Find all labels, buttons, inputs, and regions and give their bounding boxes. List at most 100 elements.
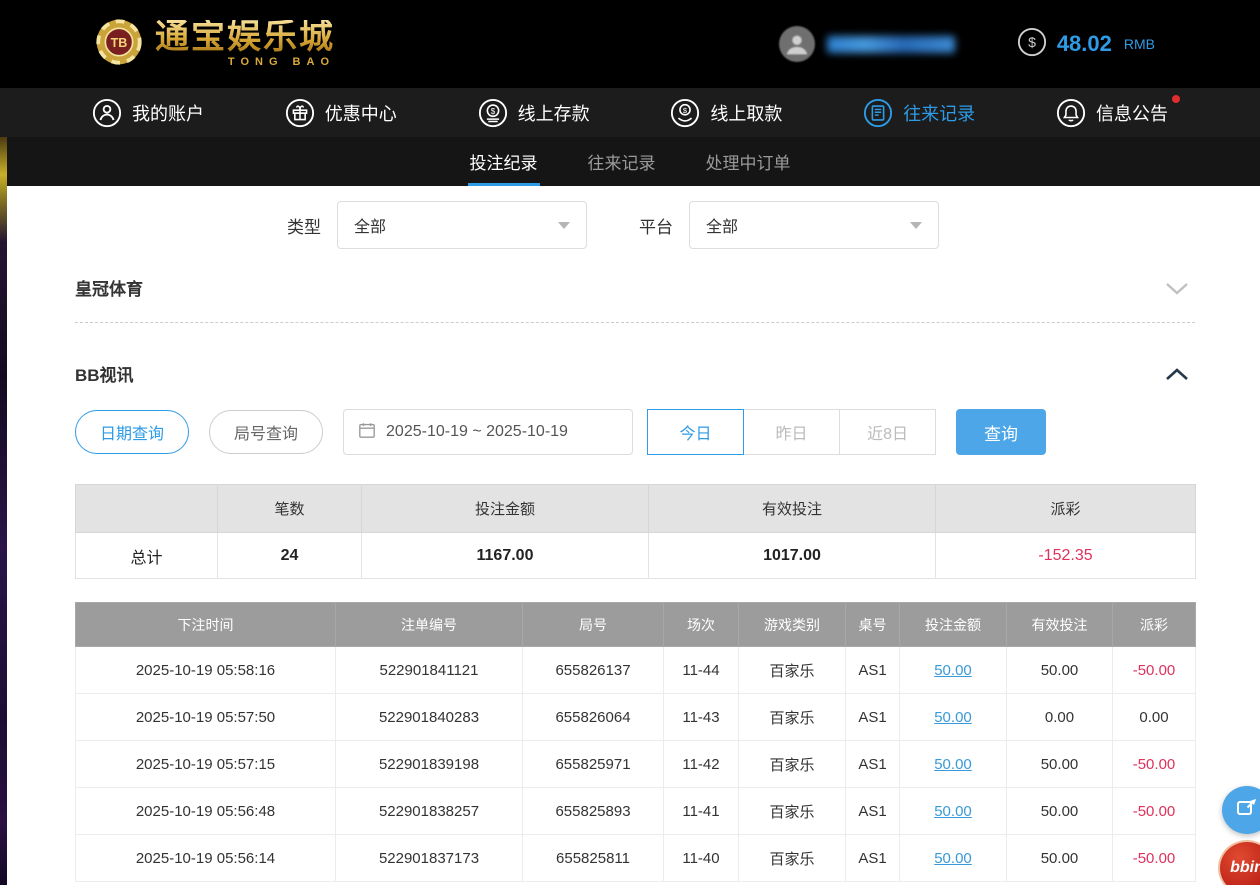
- platform-label: 平台: [639, 213, 673, 238]
- user-icon: [92, 98, 122, 128]
- withdraw-coin-icon: $: [670, 98, 700, 128]
- bet-amount-link[interactable]: 50.00: [934, 709, 972, 726]
- nav-item-withdraw[interactable]: $ 线上取款: [670, 98, 782, 128]
- nav-item-my-account[interactable]: 我的账户: [92, 98, 204, 128]
- detail-col-session: 场次: [664, 603, 739, 647]
- chevron-down-icon: [558, 222, 570, 229]
- section-crown-sports: 皇冠体育: [75, 275, 1195, 323]
- cell-game-type: 百家乐: [739, 741, 846, 788]
- tab-label: 投注纪录: [470, 149, 538, 174]
- deposit-coin-icon: $: [478, 98, 508, 128]
- cell-round-no: 655826137: [523, 647, 664, 694]
- expand-chevron-down-icon[interactable]: [1165, 281, 1195, 295]
- yesterday-button[interactable]: 昨日: [743, 409, 840, 455]
- top-header: TB 通宝娱乐城 TONG BAO $ 48.02 RMB: [0, 0, 1260, 88]
- detail-col-table-no: 桌号: [846, 603, 900, 647]
- cell-bet-amount: 50.00: [900, 741, 1007, 788]
- date-query-button[interactable]: 日期查询: [75, 410, 189, 454]
- summary-col-valid-bet: 有效投注: [649, 485, 936, 533]
- cell-session: 11-43: [664, 694, 739, 741]
- date-range-value: 2025-10-19 ~ 2025-10-19: [386, 423, 568, 441]
- tab-bet-records[interactable]: 投注纪录: [468, 137, 540, 186]
- bet-amount-link[interactable]: 50.00: [934, 850, 972, 867]
- cell-bet-time: 2025-10-19 05:57:50: [76, 694, 336, 741]
- cell-bet-time: 2025-10-19 05:56:14: [76, 835, 336, 882]
- calendar-icon: [358, 421, 376, 444]
- quick-date-segment: 今日 昨日 近8日: [647, 409, 936, 455]
- nav-label: 我的账户: [132, 100, 204, 126]
- bet-amount-link[interactable]: 50.00: [934, 662, 972, 679]
- nav-item-announcements[interactable]: 信息公告: [1056, 98, 1168, 128]
- bet-amount-link[interactable]: 50.00: [934, 803, 972, 820]
- cell-round-no: 655825971: [523, 741, 664, 788]
- tab-label: 处理中订单: [706, 149, 791, 174]
- nav-label: 线上存款: [518, 100, 590, 126]
- nav-label: 优惠中心: [325, 100, 397, 126]
- search-button[interactable]: 查询: [956, 409, 1046, 455]
- collapse-chevron-up-icon[interactable]: [1165, 367, 1195, 381]
- tab-transaction-records[interactable]: 往来记录: [586, 137, 658, 186]
- detail-col-game-type: 游戏类别: [739, 603, 846, 647]
- sub-nav: 投注纪录 往来记录 处理中订单: [0, 137, 1260, 186]
- balance-display[interactable]: $ 48.02 RMB: [1017, 27, 1155, 62]
- tab-processing-orders[interactable]: 处理中订单: [704, 137, 793, 186]
- cell-round-no: 655825811: [523, 835, 664, 882]
- cell-order-no: 522901839198: [336, 741, 523, 788]
- detail-col-bet-time: 下注时间: [76, 603, 336, 647]
- balance-amount: 48.02: [1057, 31, 1112, 57]
- cell-table-no: AS1: [846, 647, 900, 694]
- table-row: 2025-10-19 05:57:15522901839198655825971…: [76, 741, 1196, 788]
- cell-payout: 0.00: [1113, 694, 1196, 741]
- summary-col-count: 笔数: [218, 485, 362, 533]
- total-valid-bet: 1017.00: [649, 533, 936, 579]
- cell-payout: -50.00: [1113, 741, 1196, 788]
- platform-select[interactable]: 全部: [689, 201, 939, 249]
- site-logo[interactable]: TB 通宝娱乐城 TONG BAO: [95, 18, 335, 71]
- total-payout: -152.35: [936, 533, 1196, 579]
- cell-payout: -50.00: [1113, 647, 1196, 694]
- logo-title: 通宝娱乐城: [155, 20, 335, 54]
- nav-label: 信息公告: [1096, 100, 1168, 126]
- bbin-logo: bbin: [1230, 859, 1260, 877]
- nav-item-deposit[interactable]: $ 线上存款: [478, 98, 590, 128]
- detail-col-payout: 派彩: [1113, 603, 1196, 647]
- summary-header-row: 笔数 投注金额 有效投注 派彩: [76, 485, 1196, 533]
- cell-game-type: 百家乐: [739, 694, 846, 741]
- last8days-button[interactable]: 近8日: [839, 409, 936, 455]
- user-account-area[interactable]: [779, 26, 955, 62]
- detail-col-round-no: 局号: [523, 603, 664, 647]
- cell-valid-bet: 50.00: [1007, 835, 1113, 882]
- platform-select-value: 全部: [706, 213, 738, 237]
- round-query-button[interactable]: 局号查询: [209, 410, 323, 454]
- cell-payout: -50.00: [1113, 788, 1196, 835]
- dollar-coin-icon: $: [1017, 27, 1047, 62]
- cell-payout: -50.00: [1113, 835, 1196, 882]
- nav-item-records[interactable]: 往来记录: [863, 98, 975, 128]
- detail-col-order-no: 注单编号: [336, 603, 523, 647]
- detail-table-head-row: 下注时间注单编号局号场次游戏类别桌号投注金额有效投注派彩: [76, 603, 1196, 647]
- type-label: 类型: [287, 213, 321, 238]
- bet-amount-link[interactable]: 50.00: [934, 756, 972, 773]
- cell-round-no: 655826064: [523, 694, 664, 741]
- cell-game-type: 百家乐: [739, 835, 846, 882]
- type-select[interactable]: 全部: [337, 201, 587, 249]
- nav-item-promotions[interactable]: 优惠中心: [285, 98, 397, 128]
- svg-text:$: $: [490, 106, 495, 115]
- query-bar: 日期查询 局号查询 2025-10-19 ~ 2025-10-19 今日 昨日 …: [75, 409, 1195, 455]
- svg-text:TB: TB: [111, 35, 128, 49]
- cell-order-no: 522901837173: [336, 835, 523, 882]
- user-avatar-icon[interactable]: [779, 26, 815, 62]
- date-range-input[interactable]: 2025-10-19 ~ 2025-10-19: [343, 409, 633, 455]
- table-row: 2025-10-19 05:57:50522901840283655826064…: [76, 694, 1196, 741]
- filter-row: 类型 全部 平台 全部: [75, 201, 1195, 249]
- summary-col-blank: [76, 485, 218, 533]
- cell-valid-bet: 50.00: [1007, 788, 1113, 835]
- cell-order-no: 522901840283: [336, 694, 523, 741]
- cell-table-no: AS1: [846, 835, 900, 882]
- today-button[interactable]: 今日: [647, 409, 744, 455]
- main-content: 类型 全部 平台 全部 皇冠体育 BB视讯 日期查询 局号查询: [0, 201, 1260, 882]
- detail-table-body: 2025-10-19 05:58:16522901841121655826137…: [76, 647, 1196, 882]
- cell-table-no: AS1: [846, 694, 900, 741]
- chevron-down-icon: [910, 222, 922, 229]
- cell-order-no: 522901838257: [336, 788, 523, 835]
